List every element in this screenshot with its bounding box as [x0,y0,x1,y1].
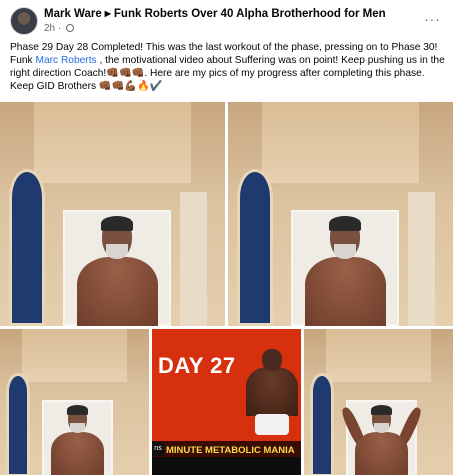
promo-logo: ns [152,442,164,456]
person [50,404,105,475]
cap [100,216,134,232]
person [304,216,386,326]
cap [328,216,362,232]
photo-1[interactable] [0,102,225,326]
promo-figure [246,349,298,447]
photo-4-promo[interactable]: DAY 27 ns MINUTE METABOLIC MANIA [152,329,301,475]
ceiling [326,329,431,383]
door-frame [180,191,207,326]
photo-3[interactable] [0,329,149,475]
person-flexing [339,404,424,475]
author-name[interactable]: Mark Ware [44,8,102,20]
promo-bottom-bar [152,457,301,475]
post-text: Phase 29 Day 28 Completed! This was the … [10,41,446,93]
beard [373,423,389,433]
photo-grid: DAY 27 ns MINUTE METABOLIC MANIA [0,102,453,475]
ceiling [261,102,420,183]
head [261,349,283,371]
ceiling [33,102,192,183]
arched-doorway [5,373,30,475]
door-frame [408,191,435,326]
post-header: Mark Ware ▶ Funk Roberts Over 40 Alpha Bro… [10,7,445,37]
globe-icon [66,24,75,32]
author-line: Mark Ware ▶ Funk Roberts Over 40 Alpha Bro… [44,8,386,20]
beard [69,423,85,433]
torso [50,431,105,475]
promo-subtitle: MINUTE METABOLIC MANIA [166,445,295,456]
arched-doorway [309,373,334,475]
cap [370,404,393,415]
torso [354,431,409,475]
torso [304,257,386,326]
photo-5[interactable] [304,329,453,475]
arched-doorway [9,169,45,326]
post-time[interactable]: 2h [44,23,55,34]
avatar[interactable] [10,7,38,35]
post-meta: 2h · [44,23,75,34]
ceiling [22,329,127,383]
torso [246,366,298,416]
person [76,216,158,326]
photo-2[interactable] [228,102,453,326]
promo-title: DAY 27 [158,353,236,378]
group-name[interactable]: Funk Roberts Over 40 Alpha Brotherhood f… [114,8,386,20]
more-options-button[interactable]: ··· [424,11,441,27]
shorts [255,413,289,436]
torso [76,257,158,326]
mention-link[interactable]: Marc Roberts [35,55,96,66]
arched-doorway [237,169,273,326]
cap [66,404,89,415]
caret-right-icon: ▶ [104,9,111,18]
